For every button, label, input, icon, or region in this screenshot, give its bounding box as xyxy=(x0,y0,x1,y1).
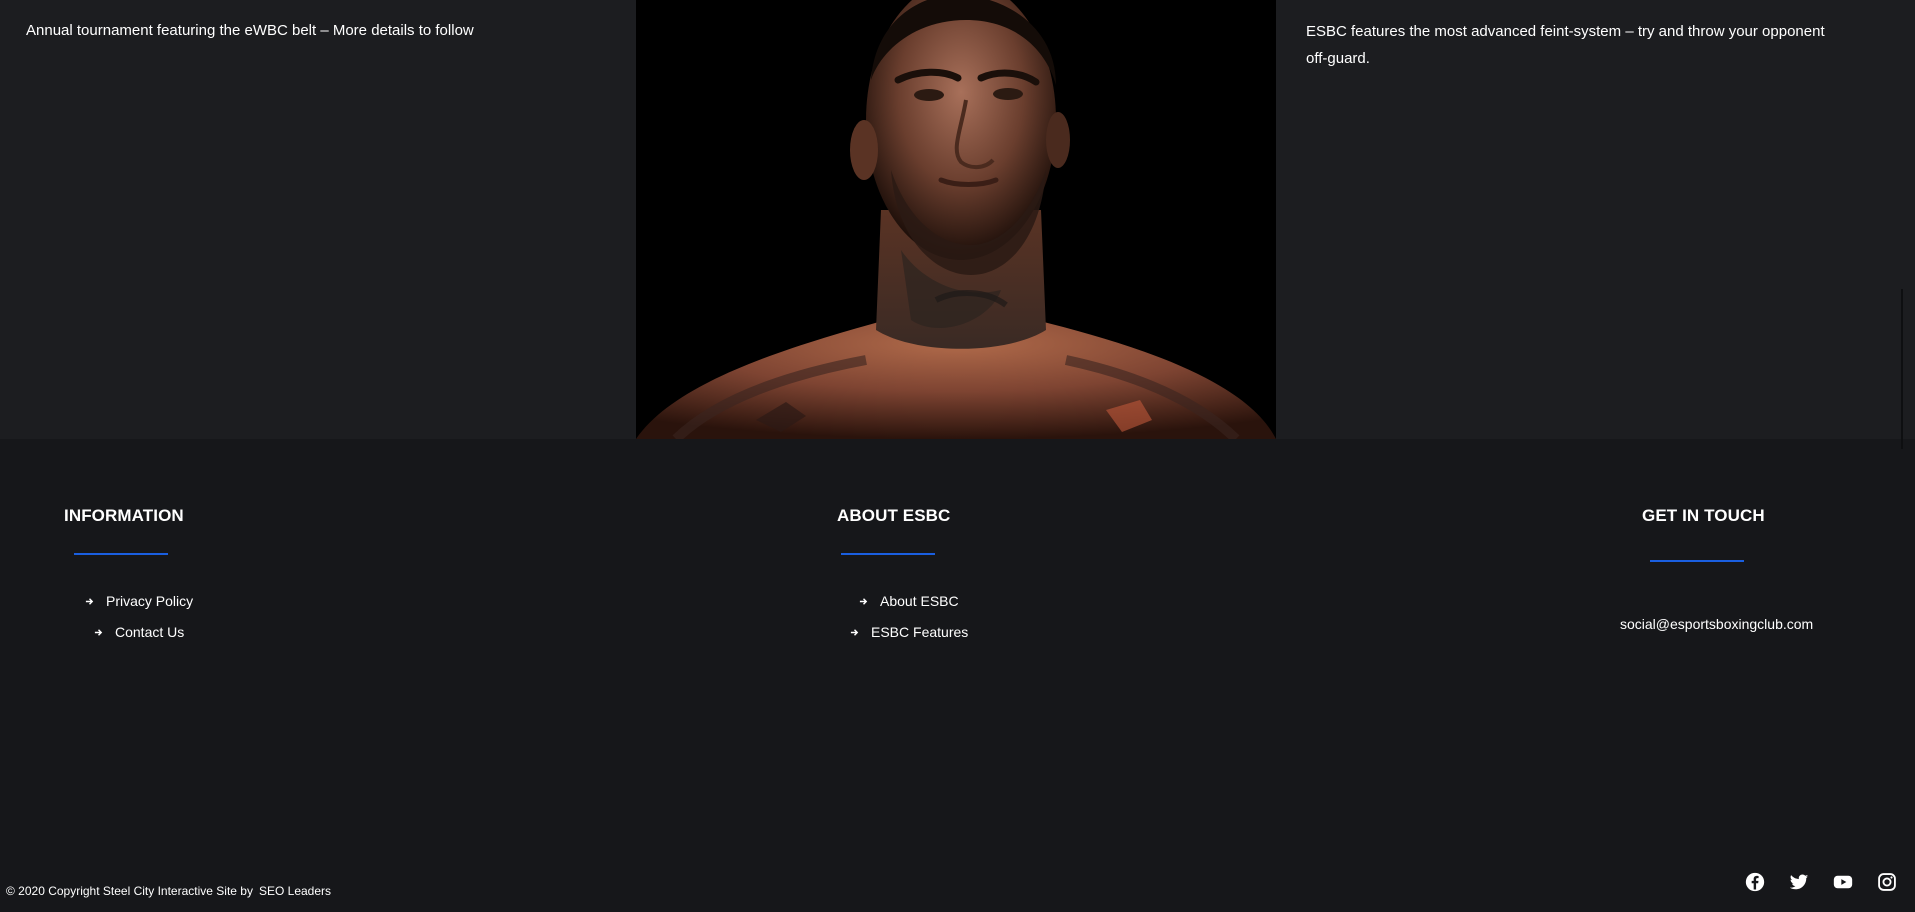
page-edge-divider xyxy=(1901,289,1903,449)
contact-us-link[interactable]: Contact Us xyxy=(115,623,184,641)
feature-feint-system: ESBC features the most advanced feint-sy… xyxy=(1276,0,1915,439)
footer-link-about-esbc[interactable]: About ESBC xyxy=(859,592,959,610)
youtube-icon[interactable] xyxy=(1833,872,1853,892)
instagram-icon[interactable] xyxy=(1877,872,1897,892)
feature-tournament-text: Annual tournament featuring the eWBC bel… xyxy=(26,22,474,39)
get-in-touch-heading: GET IN TOUCH xyxy=(1642,506,1765,525)
arrow-right-icon xyxy=(850,628,859,636)
contact-email-link[interactable]: social@esportsboxingclub.com xyxy=(1620,616,1813,632)
feature-tournament: Annual tournament featuring the eWBC bel… xyxy=(0,0,636,439)
information-heading-underline xyxy=(74,553,168,555)
privacy-policy-link[interactable]: Privacy Policy xyxy=(106,592,193,610)
esbc-features-link[interactable]: ESBC Features xyxy=(871,623,968,641)
boxer-portrait-illustration xyxy=(636,0,1276,439)
page: Annual tournament featuring the eWBC bel… xyxy=(0,0,1915,912)
seo-leaders-link[interactable]: SEO Leaders xyxy=(259,884,331,898)
boxer-portrait-image xyxy=(636,0,1276,439)
site-footer: INFORMATION Privacy Policy Contact Us AB… xyxy=(0,439,1915,912)
feature-feint-text: ESBC features the most advanced feint-sy… xyxy=(1306,23,1825,67)
about-heading: ABOUT ESBC xyxy=(837,506,951,525)
footer-link-contact-us[interactable]: Contact Us xyxy=(94,623,184,641)
get-in-touch-heading-underline xyxy=(1650,560,1744,562)
copyright-text: © 2020 Copyright Steel City Interactive … xyxy=(6,884,253,898)
arrow-right-icon xyxy=(94,628,103,636)
footer-link-privacy-policy[interactable]: Privacy Policy xyxy=(85,592,193,610)
arrow-right-icon xyxy=(859,597,868,605)
social-links xyxy=(1745,872,1897,892)
about-heading-underline xyxy=(841,553,935,555)
facebook-icon[interactable] xyxy=(1745,872,1765,892)
information-heading: INFORMATION xyxy=(64,506,184,525)
copyright: © 2020 Copyright Steel City Interactive … xyxy=(6,884,331,898)
feature-band: Annual tournament featuring the eWBC bel… xyxy=(0,0,1915,439)
footer-link-esbc-features[interactable]: ESBC Features xyxy=(850,623,968,641)
about-esbc-link[interactable]: About ESBC xyxy=(880,592,959,610)
twitter-icon[interactable] xyxy=(1789,872,1809,892)
arrow-right-icon xyxy=(85,597,94,605)
